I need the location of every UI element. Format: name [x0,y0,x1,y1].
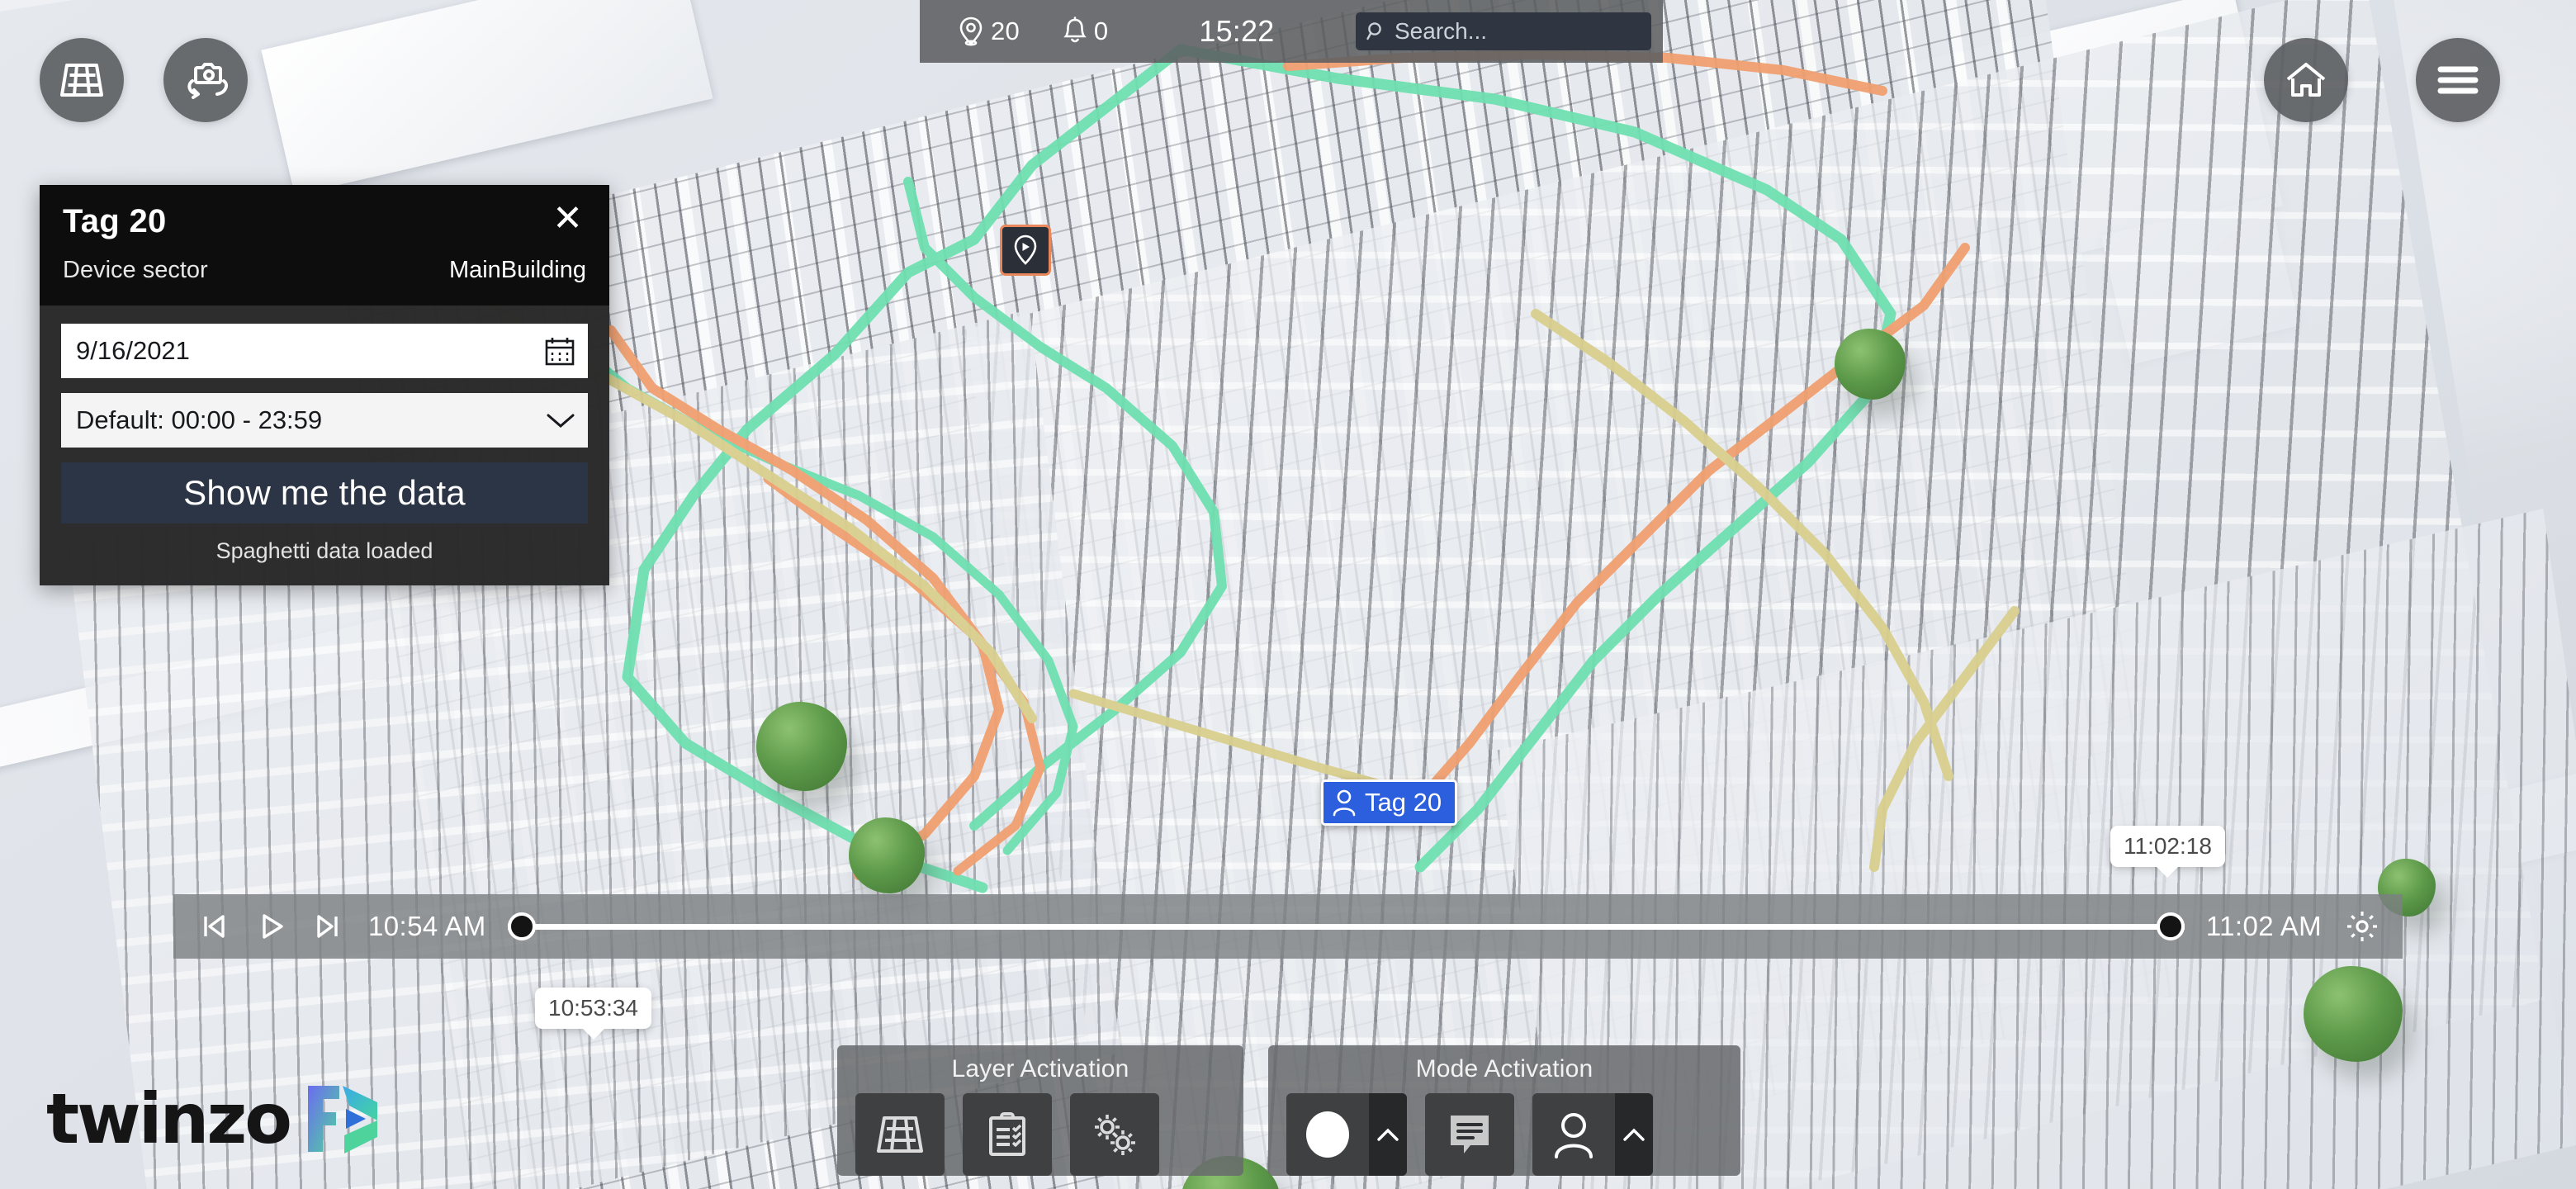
tree [2304,966,2403,1062]
device-sector-label: Device sector [63,257,208,283]
menu-button[interactable] [2416,38,2500,122]
location-pin-icon [959,17,983,46]
tag-marker-label: Tag 20 [1365,788,1442,817]
twinzo-logo[interactable]: twinzo [46,1078,384,1159]
date-field[interactable]: 9/16/2021 [61,324,588,378]
timeline-handle-end[interactable] [2156,912,2185,940]
page-title: Tag 20 [63,203,167,239]
bell-icon [1063,17,1087,43]
person-mode-icon [1532,1109,1615,1160]
skip-to-end-icon [317,915,338,938]
tag-panel-header: Tag 20 ✕ [40,185,609,253]
search-placeholder: Search... [1395,18,1488,44]
layer-button-tasks[interactable] [963,1093,1052,1176]
layer-activation-title: Layer Activation [951,1055,1129,1082]
location-pin-icon [1014,234,1037,265]
search-icon [1366,22,1381,40]
home-button[interactable] [2264,38,2348,122]
chevron-down-icon [547,414,575,428]
mode-button-people[interactable] [1532,1093,1653,1176]
mode-activation-title: Mode Activation [1415,1055,1593,1082]
skip-to-end-button[interactable] [310,908,347,945]
layer-button-floors[interactable] [855,1093,945,1176]
timeline-settings-button[interactable] [2343,907,2381,945]
clipboard-check-icon [989,1112,1025,1156]
show-data-button[interactable]: Show me the data [61,462,588,523]
timeline-handle-start[interactable] [507,912,536,940]
digital-twin-viewport[interactable] [0,0,2576,1189]
skip-to-start-icon [204,915,225,938]
floor-grid-icon [60,64,103,97]
floor-grid-icon [877,1116,923,1153]
floorplan-view-button[interactable] [40,38,124,122]
notification-count-value: 0 [1093,17,1109,45]
mode-button-heatmap[interactable] [1286,1093,1407,1176]
search-input[interactable]: Search... [1356,12,1651,50]
tag-detail-panel: Tag 20 ✕ Device sector MainBuilding 9/16… [40,185,609,585]
tree [1835,329,1906,400]
timeline-end-time: 11:02 AM [2205,911,2322,941]
hamburger-menu-icon [2437,66,2479,94]
status-badge: Spaghetti data loaded [215,538,433,563]
play-button[interactable] [253,908,289,945]
comment-bubble-icon [1451,1116,1489,1153]
timeline-left-tooltip-value: 10:53:34 [548,995,638,1021]
mode-button-comments[interactable] [1425,1093,1514,1176]
play-icon [263,914,283,939]
location-count[interactable]: 20 [958,16,1020,47]
tree [756,702,847,791]
logo-text: twinzo [46,1078,292,1159]
skip-to-start-button[interactable] [195,908,231,945]
timeline-left-tooltip: 10:53:34 [535,988,651,1040]
gears-icon [1095,1115,1135,1155]
camera-rotate-icon [187,63,229,99]
sphere-mode-icon [1286,1106,1369,1163]
tag-panel-body: 9/16/2021 Default: 00:00 - 23:59 Show me… [40,306,609,585]
timeline-right-tooltip-value: 11:02:18 [2124,833,2212,859]
chevron-up-icon[interactable] [1369,1093,1407,1176]
home-icon [2286,63,2326,97]
timeline-bar: 10:54 AM 11:02 AM [173,894,2403,959]
camera-rotate-button[interactable] [163,38,248,122]
mode-activation-panel: Mode Activation [1268,1045,1740,1176]
date-value: 9/16/2021 [76,336,190,365]
notification-count[interactable]: 0 [1063,17,1108,46]
close-icon[interactable]: ✕ [544,200,586,239]
timeline-start-time: 10:54 AM [368,911,486,941]
layer-button-machines[interactable] [1070,1093,1159,1176]
timeline-track-line [507,923,2185,930]
chevron-up-icon[interactable] [1615,1093,1653,1176]
calendar-icon[interactable] [543,334,576,367]
time-range-value: Default: 00:00 - 23:59 [76,405,323,434]
device-sector-value: MainBuilding [448,257,586,283]
device-pin-marker[interactable] [1000,225,1051,276]
tag-map-marker[interactable]: Tag 20 [1321,779,1458,826]
tree [849,817,925,893]
twinzo-triangle-logo [307,1086,377,1153]
clock: 15:22 [1199,14,1274,49]
layer-activation-panel: Layer Activation [837,1045,1243,1176]
gear-icon [2347,912,2377,941]
device-sector-row: Device sector MainBuilding [40,253,609,306]
timeline-right-tooltip: 11:02:18 [2110,826,2225,878]
time-range-select[interactable]: Default: 00:00 - 23:59 [61,393,588,448]
person-icon [1333,789,1356,817]
location-count-value: 20 [991,17,1020,45]
timeline-slider[interactable] [507,912,2185,940]
top-status-bar: 20 0 15:22 Search... [920,0,1663,63]
clock-value: 15:22 [1199,14,1275,48]
